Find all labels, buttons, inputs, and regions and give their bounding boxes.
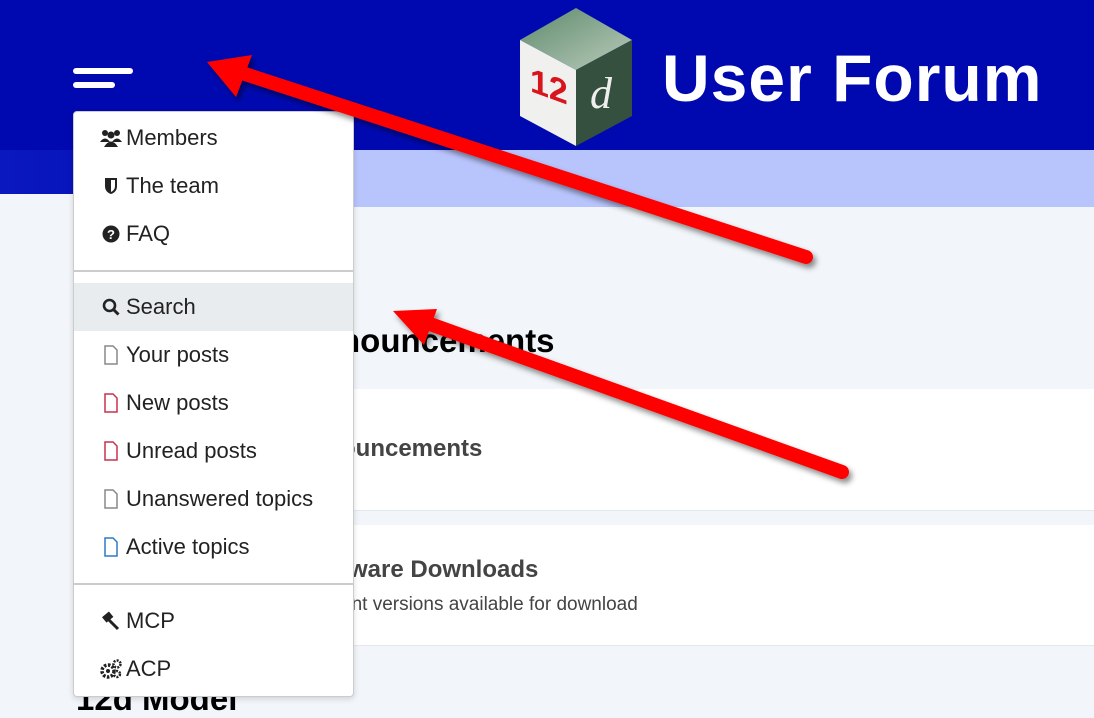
red-arrow-2 — [393, 309, 849, 479]
annotation-arrows — [207, 55, 849, 479]
red-arrow-1 — [207, 55, 813, 264]
